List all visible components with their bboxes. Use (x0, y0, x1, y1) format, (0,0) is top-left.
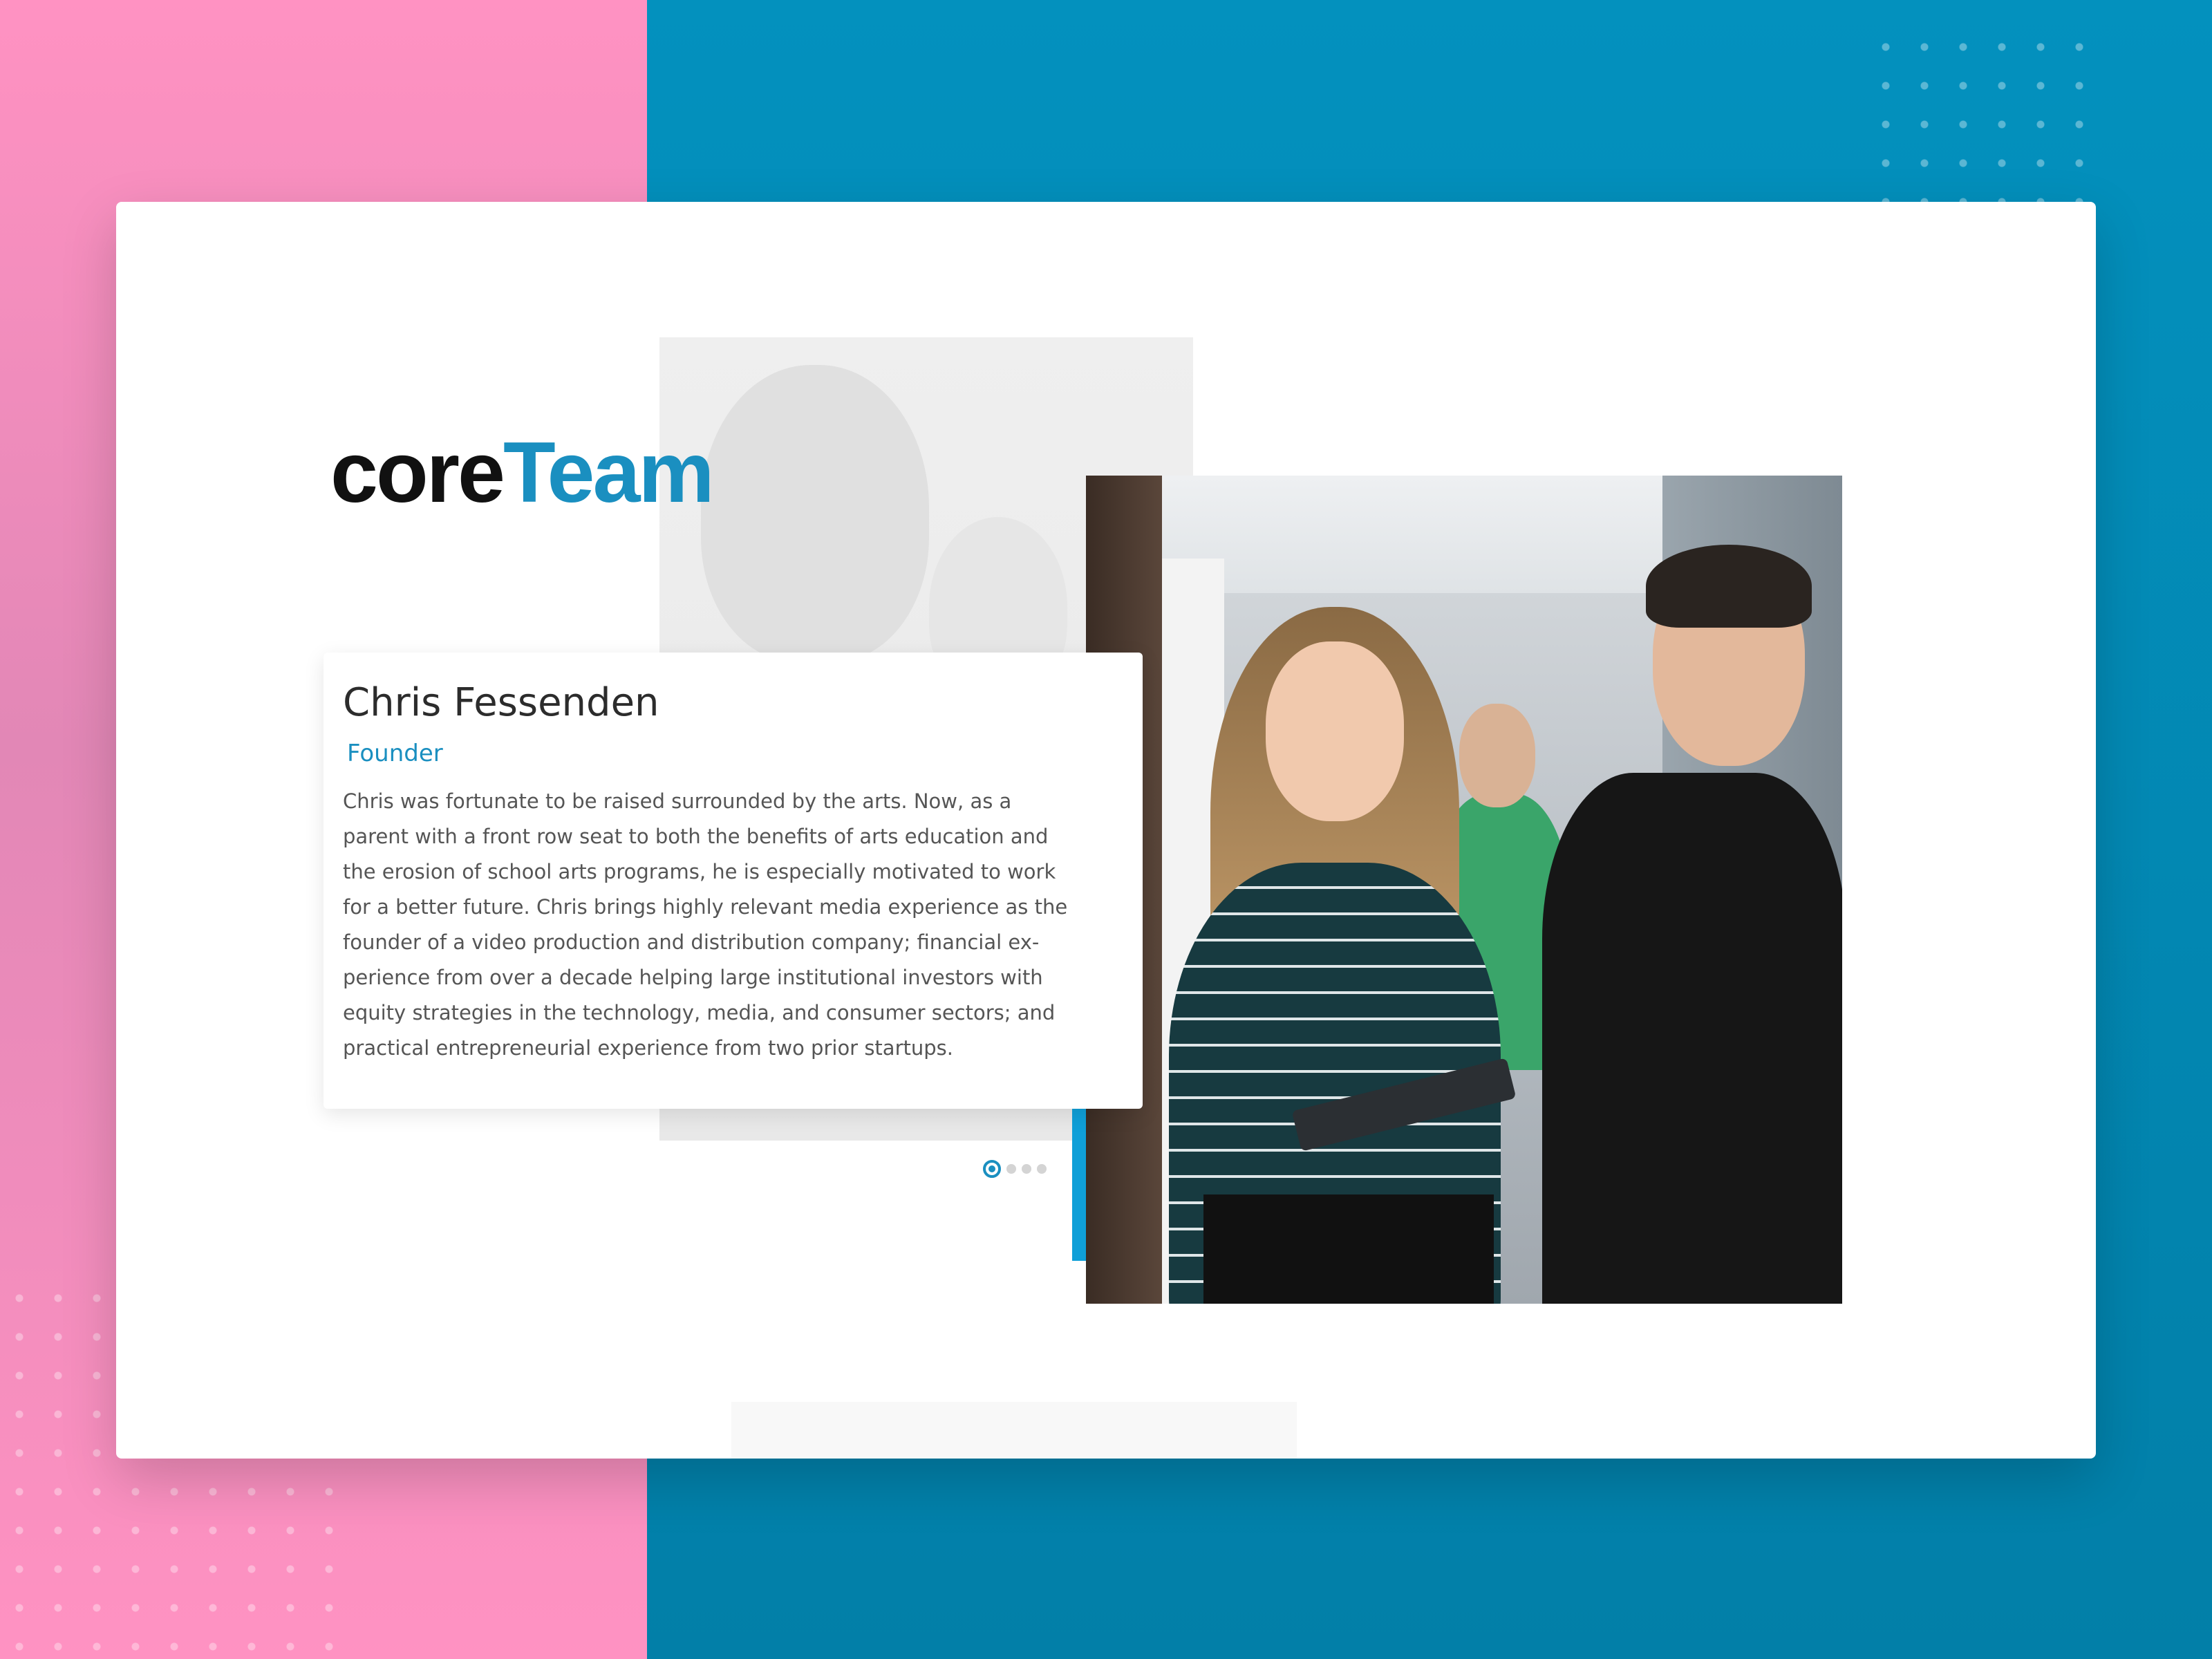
bio-line: parent with a front row seat to both the… (343, 825, 1049, 848)
photo-figure (1646, 545, 1812, 628)
member-name: Chris Fessenden (343, 680, 659, 725)
photo-figure (701, 365, 929, 662)
bio-line: perience from over a decade helping larg… (343, 966, 1043, 989)
member-role: Founder (347, 740, 443, 767)
carousel-pager (983, 1160, 1047, 1178)
bio-line: practical entrepreneurial experience fro… (343, 1036, 953, 1060)
bio-line: the erosion of school arts programs, he … (343, 860, 1056, 883)
next-section-preview (731, 1402, 1297, 1459)
pager-dot-4[interactable] (1037, 1164, 1047, 1174)
bio-line: Chris was fortunate to be raised surroun… (343, 789, 1012, 813)
bio-line: for a better future. Chris brings highly… (343, 895, 1068, 919)
profile-card: Chris Fessenden Founder Chris was fortun… (324, 653, 1143, 1109)
team-member-photo (1086, 476, 1842, 1304)
bio-line: founder of a video production and distri… (343, 930, 1040, 954)
team-card: coreTeam Chris Fessenden Founder Chris w… (116, 202, 2096, 1459)
coreteam-logo: coreTeam (330, 430, 715, 516)
logo-part-team: Team (503, 425, 715, 521)
photo-figure (1459, 704, 1535, 807)
pager-dot-2[interactable] (1006, 1164, 1016, 1174)
photo-figure (1203, 1194, 1494, 1304)
logo-part-core: core (330, 425, 505, 521)
member-bio: Chris was fortunate to be raised surroun… (343, 784, 1110, 1066)
photo-figure (1542, 773, 1842, 1304)
photo-figure (1266, 641, 1404, 821)
pager-dot-1[interactable] (983, 1160, 1001, 1178)
bio-line: equity strategies in the technology, med… (343, 1001, 1056, 1024)
pager-dot-3[interactable] (1022, 1164, 1031, 1174)
